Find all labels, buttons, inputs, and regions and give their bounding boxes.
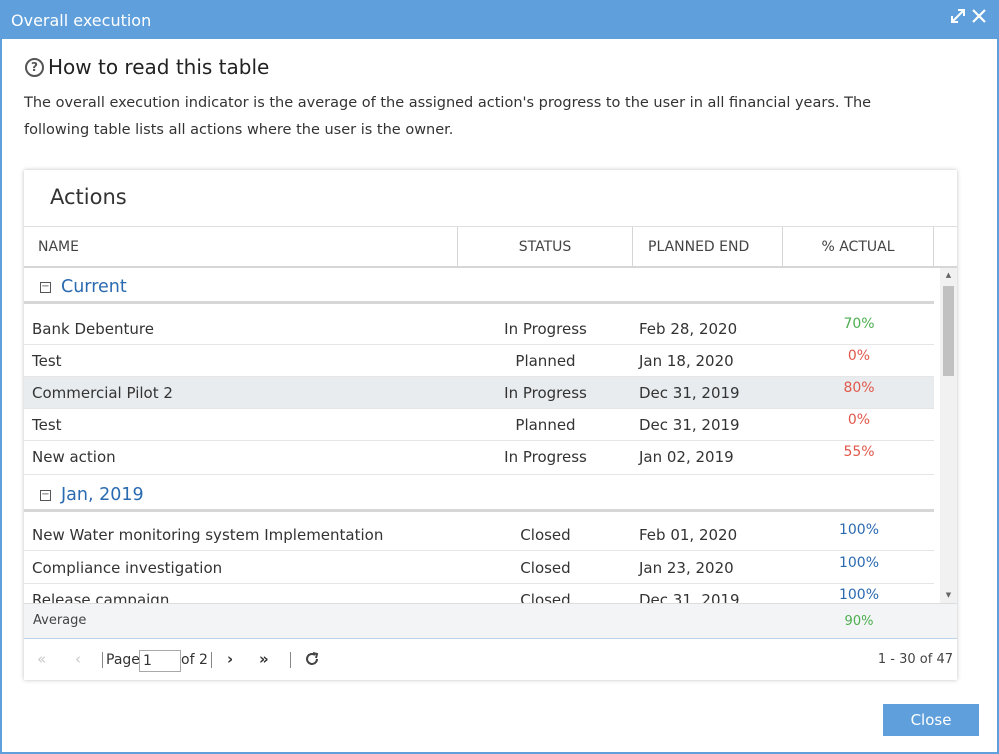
actions-panel: Actions NAME STATUS PLANNED END % ACTUAL… [24,170,957,680]
help-text-line: following table lists all actions where … [24,122,454,138]
cell-actual: 0% [847,412,871,428]
column-header-actual[interactable]: % ACTUAL [783,227,934,267]
cell-actual: 0% [847,348,871,364]
refresh-icon[interactable] [304,651,320,671]
collapse-icon[interactable]: − [40,282,51,293]
cell-name: Compliance investigation [32,559,223,577]
cell-name: New Water monitoring system Implementati… [32,526,384,544]
last-page-button[interactable]: » [259,650,269,668]
first-page-button[interactable]: « [37,650,46,668]
table-row-highlighted[interactable]: Commercial Pilot 2 In Progress Dec 31, 2… [24,377,934,409]
cell-status: Closed [520,591,571,603]
cell-actual: 55% [843,444,875,460]
cell-planned-end: Jan 02, 2019 [639,448,734,466]
cell-actual: 70% [843,316,875,332]
table-row[interactable]: Test Planned Dec 31, 2019 0% [24,409,934,441]
title-bar[interactable]: Overall execution [2,2,997,39]
cell-status: Planned [515,416,576,434]
scroll-up-icon[interactable]: ▲ [940,271,957,279]
table-row[interactable]: New Water monitoring system Implementati… [24,519,934,551]
page-number-input[interactable] [139,650,181,672]
cell-planned-end: Jan 23, 2020 [639,559,734,577]
table-body: − Current Bank Debenture In Progress Feb… [24,268,957,603]
table-row[interactable]: Bank Debenture In Progress Feb 28, 2020 … [24,313,934,345]
pager-divider [102,652,103,668]
cell-status: In Progress [504,384,587,402]
cell-status: In Progress [504,448,587,466]
average-label: Average [33,613,87,628]
column-header-status[interactable]: STATUS [458,227,633,267]
cell-name: Release campaign [32,591,170,603]
prev-page-button[interactable]: ‹ [75,650,81,668]
question-icon: ? [25,57,44,77]
cell-name: Commercial Pilot 2 [32,384,173,402]
help-heading: ? How to read this table [25,55,269,79]
group-row-jan-2019[interactable]: − Jan, 2019 [24,476,934,512]
cell-actual: 100% [838,555,880,571]
cell-actual: 100% [838,522,880,538]
pager-divider [211,652,212,668]
cell-actual: 100% [838,587,880,603]
group-label: Jan, 2019 [61,485,144,505]
table-row[interactable]: Test Planned Jan 18, 2020 0% [24,345,934,377]
help-description: The overall execution indicator is the a… [24,90,924,144]
overall-execution-dialog: Overall execution ? How to read this tab… [0,0,999,754]
cell-actual: 80% [843,380,875,396]
cell-status: In Progress [504,320,587,338]
close-x-icon[interactable] [971,8,987,28]
column-header-planned-end[interactable]: PLANNED END [633,227,783,267]
group-row-current[interactable]: − Current [24,268,934,304]
page-count: of 2 [181,652,208,668]
expand-icon[interactable] [950,8,966,28]
scrollbar-thumb[interactable] [943,286,954,376]
vertical-scrollbar[interactable]: ▲ ▼ [940,268,957,603]
cell-status: Closed [520,526,571,544]
cell-name: Bank Debenture [32,320,154,338]
pager-divider [290,652,291,668]
table-row[interactable]: New action In Progress Jan 02, 2019 55% [24,441,934,475]
dialog-title: Overall execution [11,11,152,30]
help-text-line: The overall execution indicator is the a… [24,95,872,111]
page-range: 1 - 30 of 47 [877,652,953,667]
panel-title: Actions [50,185,127,209]
table-row[interactable]: Compliance investigation Closed Jan 23, … [24,552,934,584]
cell-name: New action [32,448,116,466]
cell-planned-end: Feb 28, 2020 [639,320,738,338]
cell-status: Closed [520,559,571,577]
pager: « ‹ Page of 2 › » 1 - 30 of 47 [24,640,957,680]
next-page-button[interactable]: › [227,650,233,668]
cell-name: Test [32,352,62,370]
cell-status: Planned [515,352,576,370]
scroll-down-icon[interactable]: ▼ [940,591,957,599]
help-heading-text: How to read this table [48,55,270,79]
group-label: Current [61,277,127,297]
table-row[interactable]: Release campaign Closed Dec 31, 2019 100… [24,584,934,603]
average-row: Average 90% [24,603,957,639]
table-header: NAME STATUS PLANNED END % ACTUAL [24,226,957,268]
collapse-icon[interactable]: − [40,490,51,501]
cell-name: Test [32,416,62,434]
cell-planned-end: Dec 31, 2019 [639,591,740,603]
cell-planned-end: Dec 31, 2019 [639,384,740,402]
page-label: Page [106,652,140,668]
cell-planned-end: Dec 31, 2019 [639,416,740,434]
cell-planned-end: Jan 18, 2020 [639,352,734,370]
cell-planned-end: Feb 01, 2020 [639,526,738,544]
column-header-name[interactable]: NAME [24,227,458,267]
average-value: 90% [844,614,874,629]
close-button[interactable]: Close [883,704,979,736]
